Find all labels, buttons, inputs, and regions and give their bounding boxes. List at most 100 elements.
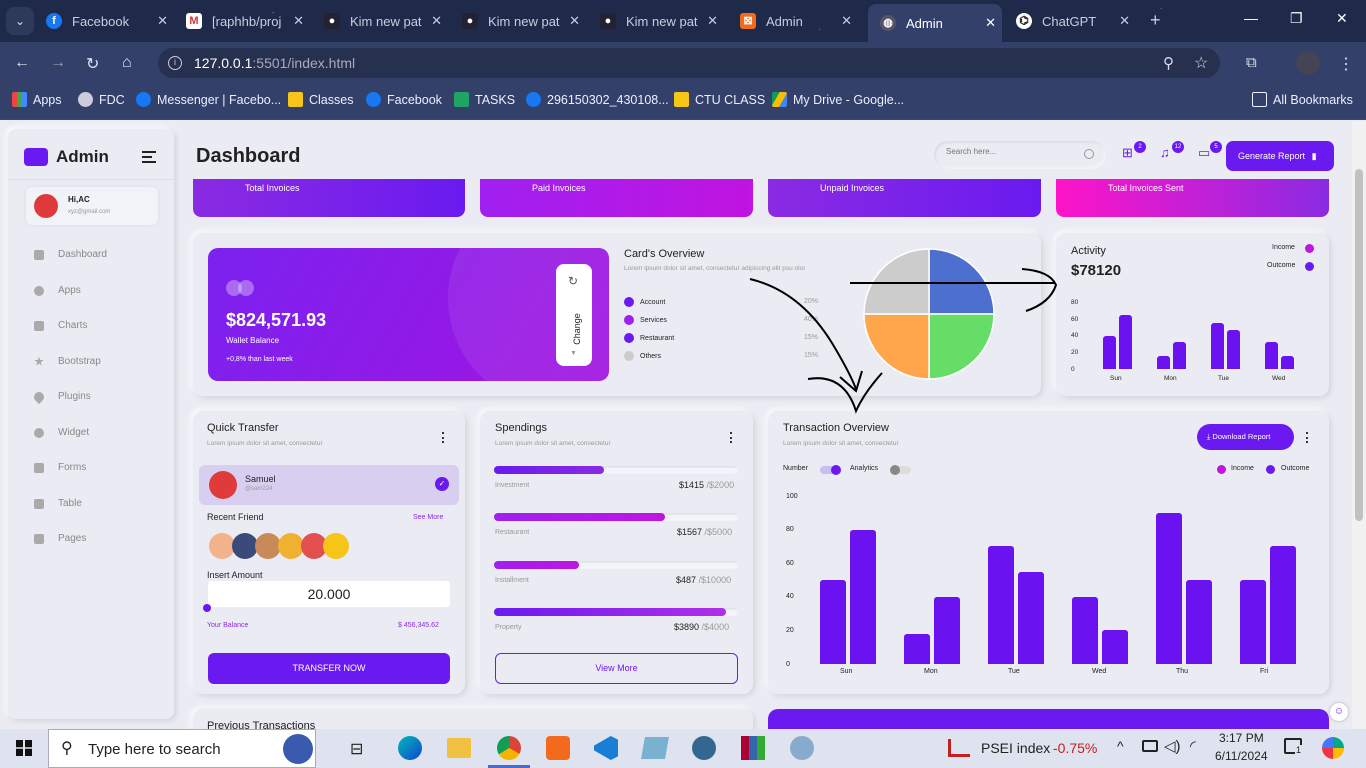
browser-tab-chatgpt[interactable]: ⌬ ChatGPT ✕ <box>1016 6 1136 36</box>
file-explorer-icon[interactable] <box>447 738 471 758</box>
chrome-icon[interactable] <box>497 736 521 760</box>
hamburger-icon[interactable] <box>142 151 156 166</box>
bar-outcome-tue[interactable] <box>1227 329 1240 369</box>
all-bookmarks[interactable]: All Bookmarks <box>1252 92 1353 107</box>
sidebar-item-table[interactable]: Table <box>34 498 82 509</box>
stock-change[interactable]: -0.75% <box>1053 740 1097 756</box>
bar-income-sun[interactable] <box>820 580 846 664</box>
more-options-icon[interactable] <box>730 432 733 443</box>
close-icon[interactable]: ✕ <box>157 13 168 29</box>
reload-icon[interactable]: ↻ <box>86 54 99 74</box>
copilot-icon[interactable] <box>1322 737 1344 759</box>
download-report-button[interactable]: ⤓ Download Report <box>1197 424 1294 450</box>
browser-tab-github[interactable]: ● Kim new pat ✕ <box>462 6 586 36</box>
bar-income-fri[interactable] <box>1240 580 1266 664</box>
friend-avatar[interactable] <box>323 533 349 559</box>
bar-outcome-mon[interactable] <box>1173 342 1186 369</box>
back-icon[interactable]: ← <box>14 54 30 72</box>
bookmark-ctu-class[interactable]: CTU CLASS <box>674 92 765 107</box>
edge-icon[interactable] <box>398 736 422 760</box>
stat-card-unpaid-invoices[interactable]: Unpaid Invoices <box>768 179 1041 217</box>
view-more-button[interactable]: View More <box>495 653 738 684</box>
search-icon[interactable] <box>1084 149 1094 159</box>
close-icon[interactable]: ✕ <box>707 13 718 29</box>
close-icon[interactable]: ✕ <box>841 13 852 29</box>
browser-tab-gmail[interactable]: M [raphhb/proj ✕ <box>186 6 310 36</box>
chat-widget-icon[interactable]: ☺ <box>1330 703 1348 721</box>
bookmark-fdc[interactable]: FDC <box>78 92 125 107</box>
page-scrollbar[interactable] <box>1352 121 1366 729</box>
browser-tab-github[interactable]: ● Kim new pat ✕ <box>600 6 724 36</box>
bell-icon[interactable]: ♫ 12 <box>1160 141 1184 161</box>
bar-income-mon[interactable] <box>1157 356 1170 369</box>
bar-outcome-sun[interactable] <box>850 529 876 664</box>
profile-avatar[interactable] <box>1296 51 1320 75</box>
winrar-icon[interactable] <box>741 736 765 760</box>
search-box[interactable] <box>934 141 1106 169</box>
url-text[interactable]: 127.0.0.1:5501/index.html <box>194 55 355 71</box>
extensions-icon[interactable]: ⧉ <box>1246 54 1257 71</box>
bar-income-tue[interactable] <box>1211 322 1224 369</box>
bookmark-fb-photo[interactable]: 296150302_430108... <box>526 92 669 107</box>
more-options-icon[interactable] <box>442 432 445 443</box>
bar-income-mon[interactable] <box>904 633 930 664</box>
amount-input[interactable]: 20.000 <box>208 581 450 607</box>
tab-search-button[interactable]: ⌄ <box>6 7 34 35</box>
minimize-button[interactable]: — <box>1244 10 1258 26</box>
close-icon[interactable]: ✕ <box>1119 13 1130 29</box>
bookmark-messenger[interactable]: Messenger | Facebo... <box>136 92 281 107</box>
vscode-icon[interactable] <box>594 736 618 760</box>
task-view-icon[interactable]: ⊟ <box>350 739 363 759</box>
wallet-card[interactable]: $824,571.93 Wallet Balance +0,8% than la… <box>208 248 609 381</box>
sidebar-item-charts[interactable]: Charts <box>34 320 87 331</box>
bar-outcome-thu[interactable] <box>1186 580 1212 664</box>
toggle-number[interactable] <box>820 465 841 475</box>
transfer-now-button[interactable]: TRANSFER NOW <box>208 653 450 684</box>
sidebar-item-dashboard[interactable]: Dashboard <box>34 249 107 260</box>
zoom-icon[interactable]: ⚲ <box>1163 54 1174 72</box>
xampp-icon[interactable] <box>546 736 570 760</box>
sidebar-item-pages[interactable]: Pages <box>34 533 86 544</box>
bookmark-facebook[interactable]: Facebook <box>366 92 442 107</box>
bar-outcome-mon[interactable] <box>934 596 960 664</box>
bookmark-drive[interactable]: My Drive - Google... <box>772 92 904 107</box>
slider-handle[interactable] <box>203 604 211 612</box>
paint-icon[interactable] <box>790 736 814 760</box>
app-icon[interactable] <box>641 737 669 759</box>
clock-date[interactable]: 6/11/2024 <box>1215 749 1268 763</box>
sidebar-item-apps[interactable]: Apps <box>34 285 81 296</box>
taskbar-search[interactable]: ⚲ Type here to search <box>48 729 316 768</box>
battery-icon[interactable] <box>1142 740 1158 752</box>
transfer-recipient[interactable]: Samuel @sam224 ✓ <box>199 465 459 505</box>
brand-logo[interactable]: Admin <box>24 147 109 167</box>
change-button[interactable]: ↻ Change ▼ <box>556 264 592 366</box>
bar-income-thu[interactable] <box>1156 512 1182 664</box>
stat-card-paid-invoices[interactable]: Paid Invoices <box>480 179 753 217</box>
bar-income-wed[interactable] <box>1072 596 1098 664</box>
forward-icon[interactable]: → <box>50 54 66 72</box>
bar-income-wed[interactable] <box>1265 342 1278 369</box>
check-icon[interactable]: ✓ <box>435 477 449 491</box>
speaker-icon[interactable]: ◁) <box>1164 737 1181 755</box>
bar-outcome-tue[interactable] <box>1018 571 1044 664</box>
stat-card-total-invoices[interactable]: Total Invoices <box>193 179 465 217</box>
stat-card-total-sent[interactable]: Total Invoices Sent <box>1056 179 1329 217</box>
bar-outcome-wed[interactable] <box>1102 630 1128 664</box>
close-icon[interactable]: ✕ <box>293 13 304 29</box>
user-card[interactable]: Hi,AC xyz@gmail.com <box>26 187 158 225</box>
bookmark-classes[interactable]: Classes <box>288 92 353 107</box>
bookmark-star-icon[interactable]: ☆ <box>1194 53 1208 73</box>
home-icon[interactable]: ⌂ <box>122 54 132 72</box>
notification-icon[interactable]: 1 <box>1284 738 1303 755</box>
browser-tab-admin-active[interactable]: ◍ Admin ✕ <box>868 4 1002 42</box>
restore-button[interactable]: ❐ <box>1290 10 1303 27</box>
window-close-button[interactable]: ✕ <box>1336 10 1348 27</box>
bar-outcome-fri[interactable] <box>1270 546 1296 664</box>
bar-outcome-wed[interactable] <box>1281 356 1294 369</box>
site-info-icon[interactable]: i <box>168 56 182 70</box>
menu-icon[interactable]: ⋮ <box>1338 54 1354 74</box>
bar-income-tue[interactable] <box>988 546 1014 664</box>
sidebar-item-bootstrap[interactable]: Bootstrap <box>34 356 101 367</box>
chat-icon[interactable]: ▭ 5 <box>1198 141 1222 161</box>
generate-report-button[interactable]: Generate Report ▮ <box>1226 141 1334 171</box>
